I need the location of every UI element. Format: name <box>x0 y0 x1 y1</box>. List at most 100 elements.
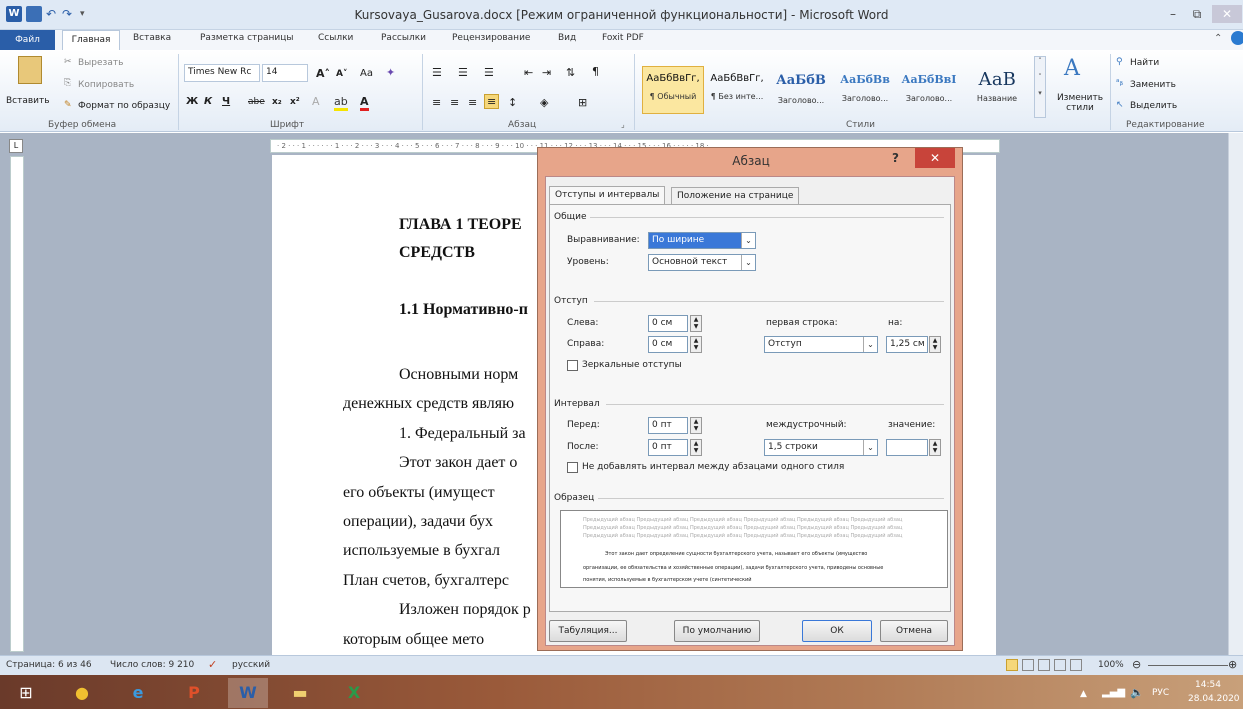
tab-line-page-breaks[interactable]: Положение на странице <box>671 187 800 205</box>
style-no-spacing[interactable]: АаБбВвГг, ¶ Без инте... <box>706 66 768 114</box>
cut-button[interactable]: Вырезать <box>78 58 123 68</box>
style-heading-1[interactable]: АаБбВ Заголово... <box>770 66 832 114</box>
no-space-checkbox[interactable] <box>567 462 578 473</box>
ok-button[interactable]: ОК <box>802 620 872 642</box>
italic-button[interactable]: К <box>204 96 212 107</box>
internet-explorer-icon[interactable]: e <box>118 678 158 708</box>
alignment-select[interactable]: По ширине ⌄ <box>648 232 756 249</box>
strikethrough-button[interactable]: abe <box>248 97 265 107</box>
tab-review[interactable]: Рецензирование <box>452 33 530 43</box>
line-spacing-icon[interactable]: ↕ <box>508 96 517 109</box>
help-icon[interactable] <box>1231 31 1243 45</box>
replace-button[interactable]: Заменить <box>1130 80 1176 90</box>
replace-icon[interactable]: ᵃᵦ <box>1116 78 1123 88</box>
page-count[interactable]: Страница: 6 из 46 <box>6 660 92 670</box>
select-button[interactable]: Выделить <box>1130 101 1177 111</box>
style-normal[interactable]: АаБбВвГг, ¶ Обычный <box>642 66 704 114</box>
align-left-icon[interactable]: ≡ <box>432 96 441 109</box>
paste-button[interactable]: Вставить <box>6 96 50 106</box>
multilevel-list-icon[interactable]: ☰ <box>484 66 494 79</box>
bullets-icon[interactable]: ☰ <box>432 66 442 79</box>
tab-view[interactable]: Вид <box>558 33 576 43</box>
minimize-ribbon-icon[interactable]: ⌃ <box>1214 33 1222 44</box>
scissors-icon[interactable]: ✂ <box>64 57 72 67</box>
vertical-ruler[interactable] <box>10 156 24 652</box>
right-indent-input[interactable]: 0 см <box>648 336 688 353</box>
proofing-icon[interactable]: ✓ <box>208 658 217 671</box>
by-spinner[interactable]: ▲ ▼ <box>929 336 941 353</box>
tray-arrow-icon[interactable]: ▲ <box>1080 689 1087 699</box>
file-explorer-icon[interactable]: ▬ <box>280 678 320 708</box>
borders-icon[interactable]: ⊞ <box>578 96 587 109</box>
text-effects-icon[interactable]: A <box>312 95 320 108</box>
tab-file[interactable]: Файл <box>0 30 55 50</box>
chrome-icon[interactable]: ● <box>62 678 102 708</box>
value-spinner[interactable]: ▲ ▼ <box>929 439 941 456</box>
value-input[interactable] <box>886 439 928 456</box>
find-icon[interactable]: ⚲ <box>1116 57 1123 67</box>
close-button[interactable]: ✕ <box>1212 5 1242 23</box>
powerpoint-icon[interactable]: P <box>174 678 214 708</box>
numbering-icon[interactable]: ☰ <box>458 66 468 79</box>
tab-foxit-pdf[interactable]: Foxit PDF <box>602 33 644 43</box>
input-language[interactable]: РУС <box>1152 688 1169 698</box>
vertical-scrollbar[interactable] <box>1228 133 1243 655</box>
tab-page-layout[interactable]: Разметка страницы <box>200 33 294 43</box>
tab-references[interactable]: Ссылки <box>318 33 353 43</box>
dialog-close-button[interactable]: ✕ <box>915 148 955 168</box>
left-indent-input[interactable]: 0 см <box>648 315 688 332</box>
line-spacing-select[interactable]: 1,5 строки ⌄ <box>764 439 878 456</box>
tab-selector-icon[interactable]: L <box>9 139 23 153</box>
zoom-slider[interactable] <box>1148 665 1228 666</box>
subscript-button[interactable]: x₂ <box>272 97 282 107</box>
bold-button[interactable]: Ж <box>186 96 198 107</box>
set-default-button[interactable]: По умолчанию <box>674 620 760 642</box>
print-layout-icon[interactable] <box>1006 659 1018 671</box>
grow-font-button[interactable]: A˄ <box>316 67 330 80</box>
shading-icon[interactable]: ◈ <box>540 96 548 109</box>
select-icon[interactable]: ↖ <box>1116 100 1124 110</box>
font-size-box[interactable]: 14 <box>262 64 308 82</box>
justify-icon[interactable]: ≡ <box>484 94 500 109</box>
copy-icon[interactable]: ⎘ <box>64 78 71 88</box>
language-indicator[interactable]: русский <box>232 660 270 670</box>
style-heading-3[interactable]: АаБбВвІ Заголово... <box>898 66 960 114</box>
level-select[interactable]: Основной текст ⌄ <box>648 254 756 271</box>
before-input[interactable]: 0 пт <box>648 417 688 434</box>
increase-indent-icon[interactable]: ⇥ <box>542 66 551 79</box>
font-color-icon[interactable]: A <box>360 95 369 111</box>
excel-icon[interactable]: X <box>334 678 374 708</box>
network-icon[interactable]: ▂▄▆ <box>1102 687 1125 698</box>
highlight-icon[interactable]: ab <box>334 95 348 111</box>
show-marks-icon[interactable]: ¶ <box>592 65 599 78</box>
superscript-button[interactable]: x² <box>290 97 300 107</box>
align-center-icon[interactable]: ≡ <box>450 96 459 109</box>
mirror-indents-label[interactable]: Зеркальные отступы <box>582 360 682 370</box>
style-heading-2[interactable]: АаБбВв Заголово... <box>834 66 896 114</box>
styles-gallery-scroll[interactable]: ˄ ˅ ▾ <box>1034 56 1046 118</box>
tab-home[interactable]: Главная <box>62 30 120 51</box>
shrink-font-button[interactable]: A˅ <box>336 69 347 79</box>
paste-icon[interactable] <box>18 56 42 84</box>
mirror-indents-checkbox[interactable] <box>567 360 578 371</box>
tab-insert[interactable]: Вставка <box>133 33 171 43</box>
after-spinner[interactable]: ▲ ▼ <box>690 439 702 456</box>
copy-button[interactable]: Копировать <box>78 80 134 90</box>
dialog-help-button[interactable]: ? <box>892 151 899 165</box>
right-indent-spinner[interactable]: ▲ ▼ <box>690 336 702 353</box>
clock-date[interactable]: 28.04.2020 <box>1188 694 1240 704</box>
full-screen-icon[interactable] <box>1022 659 1034 671</box>
zoom-in-icon[interactable]: ⊕ <box>1228 658 1237 671</box>
tab-indents-spacing[interactable]: Отступы и интервалы <box>549 186 666 205</box>
clock-time[interactable]: 14:54 <box>1195 680 1221 690</box>
tab-mailings[interactable]: Рассылки <box>381 33 426 43</box>
web-layout-icon[interactable] <box>1038 659 1050 671</box>
first-line-select[interactable]: Отступ ⌄ <box>764 336 878 353</box>
format-painter-icon[interactable]: ✎ <box>64 100 72 110</box>
restore-button[interactable]: ⧉ <box>1186 5 1208 23</box>
change-case-button[interactable]: Aa <box>360 68 373 79</box>
style-title[interactable]: АаВ Название <box>962 66 1032 114</box>
paragraph-launcher-icon[interactable]: ⌟ <box>621 120 625 129</box>
outline-icon[interactable] <box>1054 659 1066 671</box>
align-right-icon[interactable]: ≡ <box>468 96 477 109</box>
